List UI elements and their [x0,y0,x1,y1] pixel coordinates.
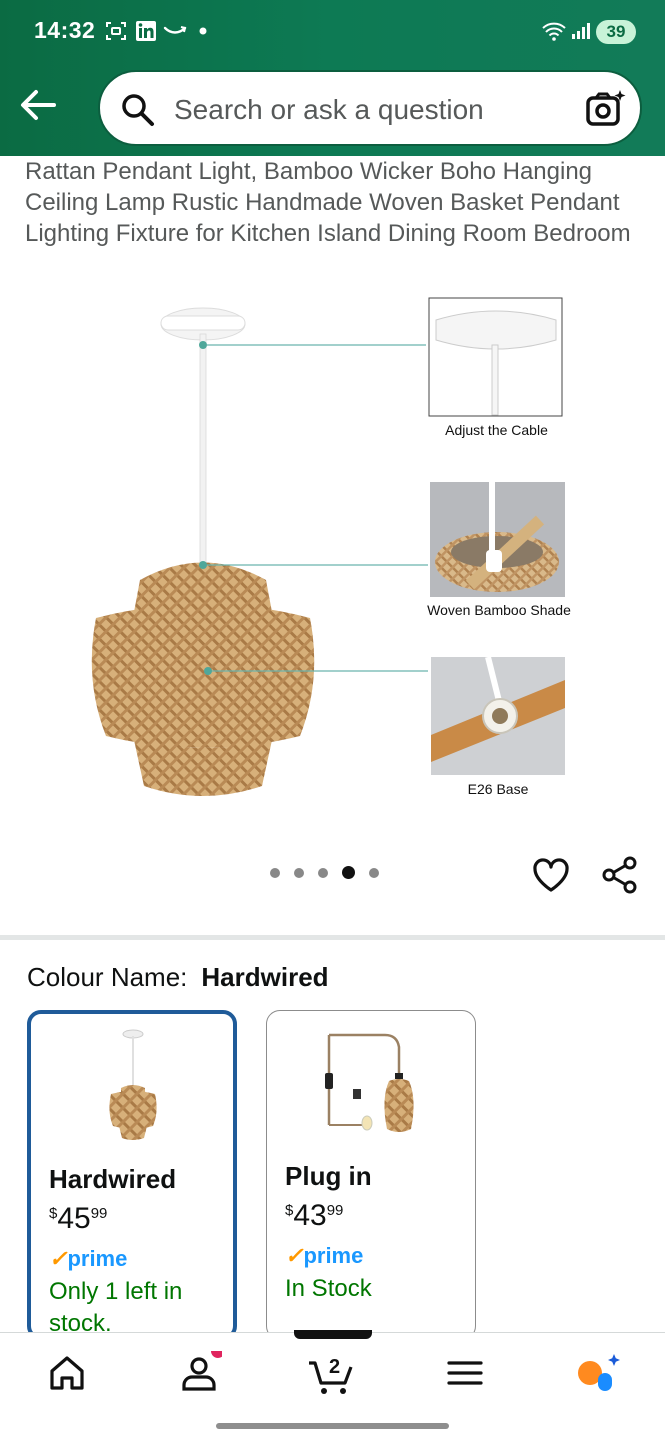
image-carousel-indicator [270,866,379,879]
header-bar: 14:32 39 Search or ask a question [0,0,665,156]
prime-check-icon: ✓ [49,1246,68,1271]
variant-thumbnail [31,1028,233,1146]
carousel-dot[interactable] [318,867,328,878]
prime-label: prime [67,1246,128,1271]
linkedin-icon [134,19,158,43]
variant-thumbnail [267,1025,475,1143]
variant-name: Hardwired [49,1164,177,1194]
price-currency: $ [285,1202,294,1219]
variant-price: $4399 [285,1199,343,1233]
stock-status: In Stock [285,1275,372,1302]
prime-badge: ✓prime [49,1246,127,1272]
camera-search-icon[interactable] [584,88,626,130]
product-image-illustration [91,297,565,796]
wifi-icon [540,19,568,43]
price-whole: 43 [293,1199,327,1232]
prime-check-icon: ✓ [285,1243,304,1268]
search-input[interactable]: Search or ask a question [174,94,484,126]
menu-icon[interactable] [443,1351,487,1395]
signal-icon [570,19,592,43]
carousel-dot[interactable] [294,867,304,878]
cart-active-indicator [294,1330,372,1339]
variant-price: $4599 [49,1202,107,1236]
callout-label: Woven Bamboo Shade [427,602,571,618]
home-icon[interactable] [45,1351,89,1395]
heart-icon[interactable] [530,854,572,896]
variant-name: Plug in [285,1161,372,1191]
back-arrow-icon[interactable] [18,86,60,124]
rufus-assistant-icon[interactable] [576,1351,624,1395]
callout-label: E26 Base [467,781,529,797]
colour-name-row: Colour Name: Hardwired [27,962,329,993]
prime-badge: ✓prime [285,1243,363,1269]
prime-label: prime [303,1243,364,1268]
variant-card-hardwired[interactable]: Hardwired $4599 ✓prime Only 1 left in st… [27,1010,237,1340]
variant-card-plug-in[interactable]: Plug in $4399 ✓prime In Stock [266,1010,476,1340]
colour-name-label: Colour Name: [27,962,188,992]
callout-label: Adjust the Cable [445,422,548,438]
product-title: Rattan Pendant Light, Bamboo Wicker Boho… [25,158,631,247]
price-currency: $ [49,1205,58,1222]
cart-count: 2 [329,1356,340,1378]
status-time: 14:32 [34,17,96,43]
product-image[interactable]: Adjust the Cable Woven Bamboo Shade E26 … [0,280,665,840]
colour-selected-value: Hardwired [201,962,329,992]
search-icon [120,92,156,128]
screenshot-icon [104,19,128,43]
gesture-home-bar[interactable] [216,1423,449,1429]
amazon-smile-icon [162,19,188,43]
carousel-dot[interactable] [270,867,280,878]
price-fraction: 99 [326,1202,344,1219]
stock-status: Only 1 left in stock. [49,1278,183,1337]
account-icon[interactable] [178,1344,225,1395]
notification-dot-icon [196,19,210,43]
section-divider [0,935,665,940]
status-bar: 14:32 39 [0,0,665,62]
share-icon[interactable] [600,854,642,896]
carousel-dot-active[interactable] [342,866,355,879]
cart-icon[interactable]: 2 [307,1351,357,1395]
price-fraction: 99 [90,1205,108,1222]
battery-indicator: 39 [596,20,636,44]
price-whole: 45 [57,1202,91,1235]
carousel-dot[interactable] [369,867,379,878]
search-bar[interactable]: Search or ask a question [98,70,642,146]
